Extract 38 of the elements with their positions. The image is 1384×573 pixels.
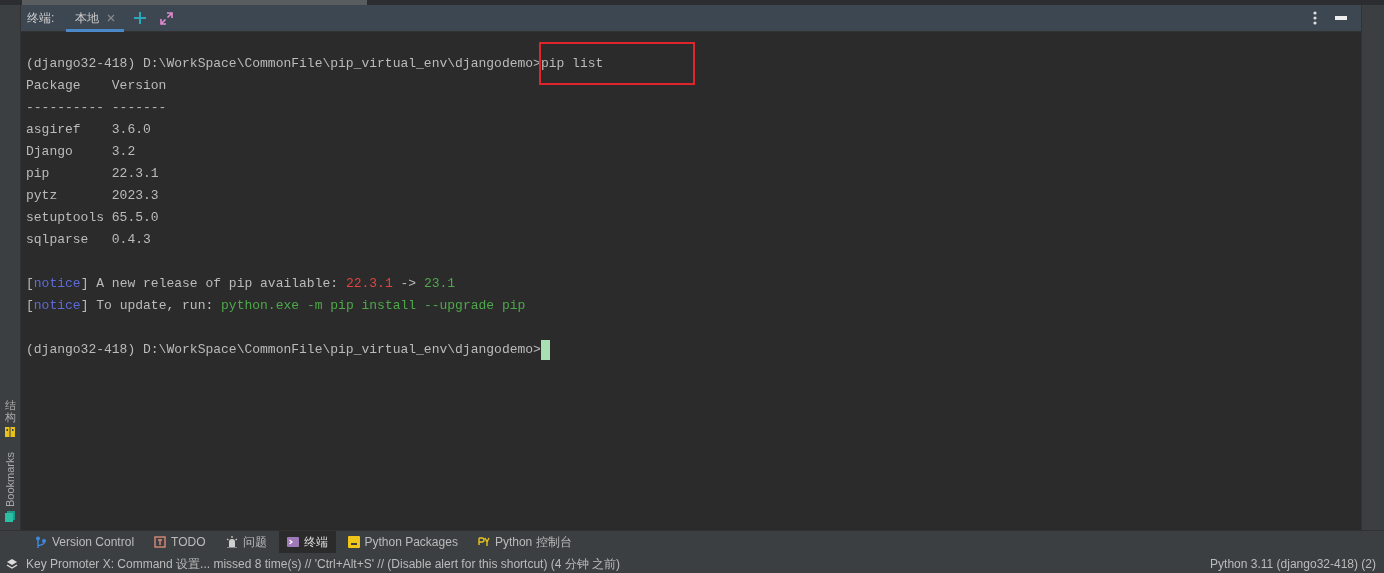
terminal-icon	[286, 536, 299, 548]
terminal-line: setuptools 65.5.0	[26, 209, 159, 227]
terminal-line: pip 22.3.1	[26, 165, 159, 183]
todo-icon	[154, 536, 167, 548]
more-icon[interactable]	[1313, 11, 1317, 25]
tool-window-tab[interactable]: TODO	[146, 531, 214, 553]
structure-tab[interactable]: 结构	[4, 398, 16, 423]
terminal-tab[interactable]: 本地	[66, 4, 125, 32]
status-message: Key Promoter X: Command 设置... missed 8 time(s) // 'Ctrl+Alt+S' // (Disable alert for this shortcut) (4 分钟 之前)	[26, 555, 621, 573]
console-icon	[477, 536, 490, 548]
terminal-line: Package Version	[26, 77, 167, 95]
branch-icon	[35, 536, 47, 548]
bookmark-icon	[5, 511, 15, 522]
terminal-line: (django32-418) D:\WorkSpace\CommonFile\pip_virtual_env\djangodemo>	[26, 339, 550, 361]
package-icon	[347, 536, 360, 548]
tool-window-tab[interactable]: Python 控制台	[469, 531, 580, 553]
terminal-line: pytz 2023.3	[26, 187, 159, 205]
tool-window-tab[interactable]: 问题	[217, 531, 275, 553]
terminal-line: ---------- -------	[26, 99, 167, 117]
terminal-line: Django 3.2	[26, 143, 136, 161]
terminal-line: asgiref 3.6.0	[26, 121, 151, 139]
add-icon[interactable]	[134, 12, 147, 24]
terminal-line: [notice] To update, run: python.exe -m pip install --upgrade pip	[26, 297, 526, 315]
tool-window-tab[interactable]: Version Control	[27, 531, 143, 553]
tool-window-tab[interactable]: 终端	[278, 531, 336, 553]
scrollbar[interactable]	[22, 0, 367, 5]
terminal-line: sqlparse 0.4.3	[26, 231, 151, 249]
structure-icon	[5, 426, 15, 438]
interpreter-label[interactable]: Python 3.11 (django32-418) (2)	[1210, 554, 1376, 573]
bookmarks-tab[interactable]: Bookmarks	[1, 451, 19, 507]
highlight-frame: pip list	[540, 44, 694, 83]
terminal-label: 终端:	[27, 10, 55, 27]
close-icon[interactable]	[107, 14, 116, 22]
expand-icon[interactable]	[160, 11, 174, 25]
terminal-line: [notice] A new release of pip available: 22.3.1 -> 23.1	[26, 275, 456, 293]
tool-window-tab[interactable]: Python Packages	[339, 531, 466, 553]
layers-icon	[6, 557, 18, 570]
prompt-text: (django32-418) D:\WorkSpace\CommonFile\pip_virtual_env\djangodemo>	[26, 56, 541, 71]
